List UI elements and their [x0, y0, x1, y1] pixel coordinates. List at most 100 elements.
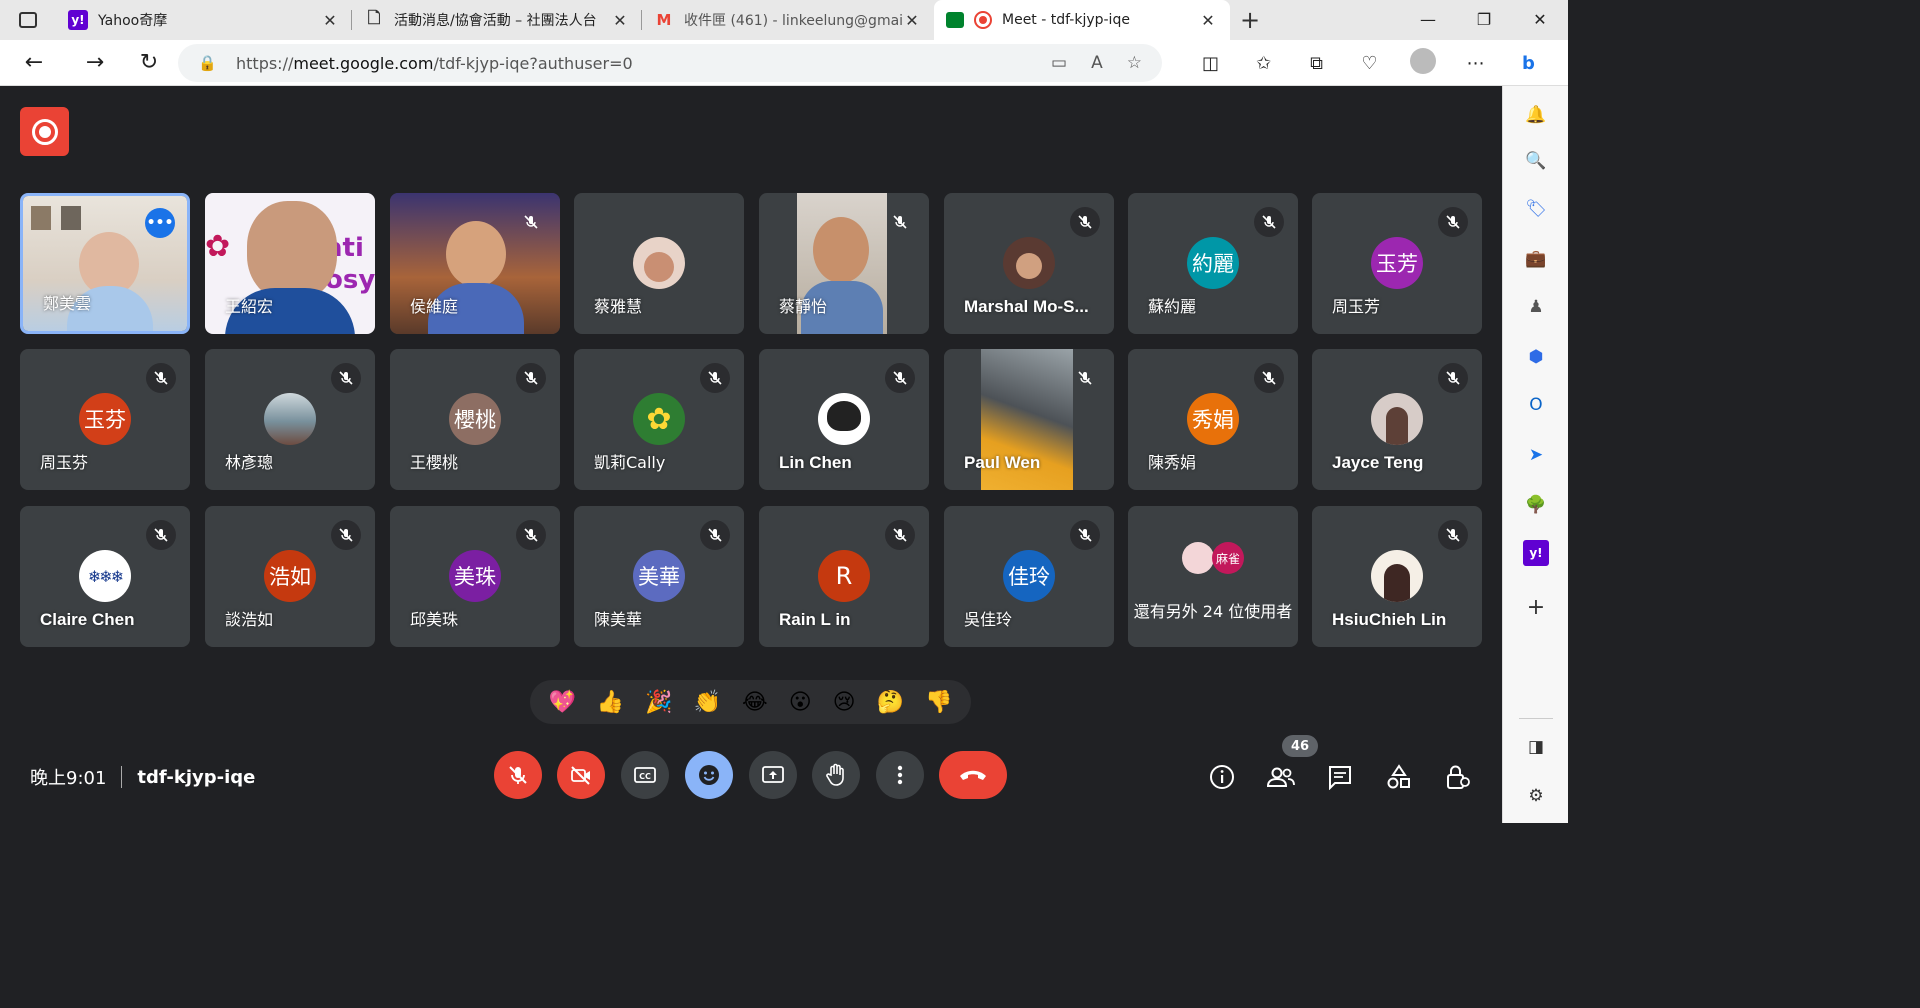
mic-off-icon: [509, 766, 527, 784]
thumbs-up-reaction[interactable]: 👍: [597, 690, 624, 715]
camera-permission-icon[interactable]: ▭: [1051, 53, 1067, 73]
reactions-bar: 💖 👍 🎉 👏 😂 😮 😢 🤔 👎: [530, 680, 971, 724]
participant-initials-avatar: 玉芳: [1371, 237, 1423, 289]
participant-tile[interactable]: 浩如 談浩如: [205, 506, 375, 647]
participant-tile[interactable]: 櫻桃 王櫻桃: [390, 349, 560, 490]
browser-tab-gmail[interactable]: M 收件匣 (461) - linkeelung@gmail ✕: [642, 0, 934, 40]
lock-icon[interactable]: 🔒: [198, 54, 218, 72]
camera-toggle-button[interactable]: [557, 751, 605, 799]
games-icon[interactable]: ♟: [1523, 294, 1549, 320]
thumbs-down-reaction[interactable]: 👎: [925, 690, 952, 715]
bing-copilot-icon[interactable]: b: [1502, 53, 1555, 74]
collections-icon[interactable]: ⧉: [1290, 53, 1343, 74]
minimize-icon[interactable]: —: [1400, 0, 1456, 38]
participant-tile[interactable]: 約麗 蘇約麗: [1128, 193, 1298, 334]
participant-tile[interactable]: 林彥璁: [205, 349, 375, 490]
participant-tile[interactable]: 佳玲 吳佳玲: [944, 506, 1114, 647]
close-tab-icon[interactable]: ✕: [320, 11, 340, 30]
participant-tile[interactable]: Lin Chen: [759, 349, 929, 490]
thinking-reaction[interactable]: 🤔: [877, 690, 904, 715]
yahoo-sidebar-icon[interactable]: y!: [1523, 540, 1549, 566]
participant-tile[interactable]: HsiuChieh Lin: [1312, 506, 1482, 647]
crying-reaction[interactable]: 😢: [833, 690, 856, 715]
participant-tile[interactable]: ✿ 凱莉Cally: [574, 349, 744, 490]
chat-button[interactable]: [1325, 762, 1355, 792]
close-tab-icon[interactable]: ✕: [1198, 11, 1218, 30]
favorite-star-icon[interactable]: ☆: [1127, 53, 1142, 73]
participant-initials-avatar: 浩如: [264, 550, 316, 602]
raise-hand-button[interactable]: [812, 751, 860, 799]
send-icon[interactable]: ➤: [1523, 442, 1549, 468]
present-screen-button[interactable]: [749, 751, 797, 799]
leave-call-button[interactable]: [939, 751, 1007, 799]
add-sidebar-app-icon[interactable]: +: [1523, 594, 1549, 620]
participant-tile[interactable]: 玉芬 周玉芬: [20, 349, 190, 490]
participant-tile[interactable]: 玉芳 周玉芳: [1312, 193, 1482, 334]
gmail-icon: M: [656, 11, 672, 29]
surprised-reaction[interactable]: 😮: [789, 690, 812, 715]
tree-icon[interactable]: 🌳: [1523, 492, 1549, 518]
tab-actions-button[interactable]: [0, 0, 56, 40]
favorites-icon[interactable]: ✩: [1237, 53, 1290, 74]
participant-tile[interactable]: 秀娟 陳秀娟: [1128, 349, 1298, 490]
participant-tile[interactable]: ✿ ati osy 王紹宏: [205, 193, 375, 334]
meeting-info: 晚上9:01 tdf-kjyp-iqe: [30, 764, 255, 790]
performance-icon[interactable]: ♡: [1343, 53, 1396, 74]
address-bar[interactable]: 🔒 https://meet.google.com/tdf-kjyp-iqe?a…: [178, 44, 1162, 82]
profile-avatar[interactable]: [1396, 47, 1449, 79]
captions-button[interactable]: CC: [621, 751, 669, 799]
participant-tile[interactable]: ❄❄❄ Claire Chen: [20, 506, 190, 647]
tools-briefcase-icon[interactable]: 💼: [1523, 246, 1549, 272]
search-icon[interactable]: 🔍: [1523, 148, 1549, 174]
activities-button[interactable]: [1384, 762, 1414, 792]
participant-tile[interactable]: 蔡靜怡: [759, 193, 929, 334]
participant-tile[interactable]: 侯維庭: [390, 193, 560, 334]
browser-tab-activities[interactable]: 🗋 活動消息/協會活動 – 社團法人台 ✕: [352, 0, 642, 40]
browser-tab-yahoo[interactable]: y! Yahoo奇摩 ✕: [56, 0, 352, 40]
participant-tile[interactable]: R Rain L in: [759, 506, 929, 647]
participant-tile[interactable]: 美珠 邱美珠: [390, 506, 560, 647]
sidebar-settings-icon[interactable]: ⚙: [1523, 783, 1549, 809]
sparkling-heart-reaction[interactable]: 💖: [548, 690, 575, 715]
clapping-reaction[interactable]: 👏: [694, 690, 721, 715]
new-tab-button[interactable]: +: [1230, 6, 1270, 34]
host-controls-button[interactable]: [1443, 762, 1473, 792]
microsoft365-icon[interactable]: ⬢: [1523, 344, 1549, 370]
meeting-details-button[interactable]: [1207, 762, 1237, 792]
participant-tile[interactable]: Marshal Mo-S...: [944, 193, 1114, 334]
send-reaction-button[interactable]: [685, 751, 733, 799]
participant-name: 周玉芳: [1332, 297, 1381, 316]
people-button[interactable]: [1265, 762, 1297, 792]
meet-icon: [946, 12, 964, 28]
outlook-icon[interactable]: O: [1523, 392, 1549, 418]
participant-tile[interactable]: 美華 陳美華: [574, 506, 744, 647]
close-tab-icon[interactable]: ✕: [902, 11, 922, 30]
close-window-icon[interactable]: ✕: [1512, 0, 1568, 38]
participant-tile[interactable]: ••• 鄭美雲: [20, 193, 190, 334]
more-options-icon[interactable]: •••: [145, 208, 175, 238]
more-menu-icon[interactable]: ⋯: [1449, 53, 1502, 74]
laughing-reaction[interactable]: 😂: [742, 690, 768, 715]
notification-bell-icon[interactable]: 🔔: [1523, 102, 1549, 128]
muted-mic-icon: [1070, 520, 1100, 550]
participant-tile[interactable]: Paul Wen: [944, 349, 1114, 490]
refresh-button[interactable]: ↻: [122, 50, 176, 75]
read-aloud-icon[interactable]: A: [1091, 53, 1103, 73]
participant-tile[interactable]: Jayce Teng: [1312, 349, 1482, 490]
recording-indicator[interactable]: [20, 107, 69, 156]
forward-button[interactable]: →: [68, 50, 122, 75]
restore-icon[interactable]: ❐: [1456, 0, 1512, 38]
shopping-tag-icon[interactable]: 🏷: [1523, 196, 1549, 222]
microphone-toggle-button[interactable]: [494, 751, 542, 799]
participant-initials-avatar: 秀娟: [1187, 393, 1239, 445]
browser-tab-meet[interactable]: Meet - tdf-kjyp-iqe ✕: [934, 0, 1230, 40]
party-popper-reaction[interactable]: 🎉: [645, 690, 672, 715]
participant-tile[interactable]: 蔡雅慧: [574, 193, 744, 334]
more-options-button[interactable]: [876, 751, 924, 799]
close-tab-icon[interactable]: ✕: [610, 11, 630, 30]
back-button[interactable]: ←: [0, 50, 68, 75]
split-screen-icon[interactable]: ◫: [1184, 53, 1237, 74]
others-tile[interactable]: 麻雀 還有另外 24 位使用者: [1128, 506, 1298, 647]
hide-sidebar-icon[interactable]: ◨: [1523, 734, 1549, 760]
participant-name: HsiuChieh Lin: [1332, 610, 1447, 629]
